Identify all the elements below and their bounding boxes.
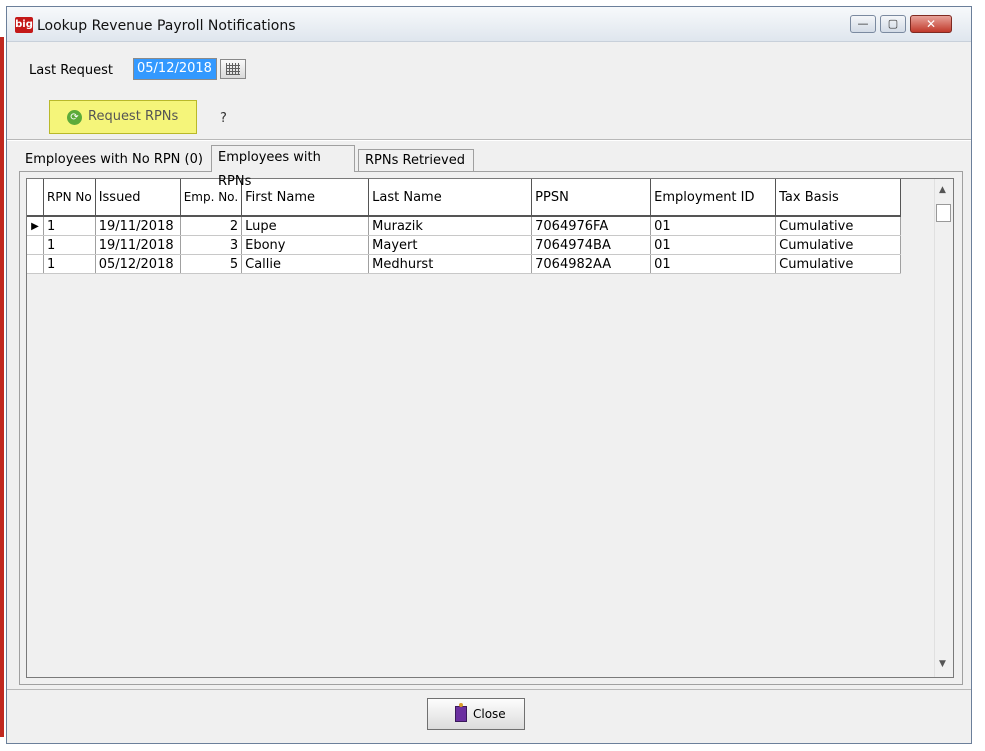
cell-last-name[interactable]: Mayert	[368, 235, 533, 255]
rpn-grid[interactable]: RPN No Issued Emp. No. First Name Last N…	[26, 178, 954, 678]
header-divider	[7, 139, 971, 141]
col-header-first-name[interactable]: First Name	[241, 179, 370, 217]
close-button-label: Close	[473, 707, 506, 721]
col-header-issued[interactable]: Issued	[95, 179, 181, 217]
scroll-down-icon[interactable]: ▼	[939, 659, 946, 669]
cell-rpn-no[interactable]: 1	[43, 216, 96, 236]
cell-first-name[interactable]: Lupe	[241, 216, 370, 236]
minimize-icon: —	[857, 17, 869, 30]
cell-tax-basis[interactable]: Cumulative	[775, 216, 902, 236]
help-link[interactable]: ?	[220, 111, 227, 126]
close-button[interactable]: Close	[427, 698, 525, 730]
window-title: Lookup Revenue Payroll Notifications	[37, 18, 296, 34]
cell-emp-no[interactable]: 2	[180, 216, 243, 236]
refresh-icon: ⟳	[67, 110, 82, 125]
col-header-ppsn[interactable]: PPSN	[531, 179, 652, 217]
last-request-label: Last Request	[29, 63, 114, 78]
last-request-date-field[interactable]: 05/12/2018	[133, 58, 217, 80]
cell-ppsn[interactable]: 7064974BA	[531, 235, 652, 255]
cell-tax-basis[interactable]: Cumulative	[775, 235, 902, 255]
cell-first-name[interactable]: Callie	[241, 254, 370, 274]
door-exit-icon	[455, 703, 467, 722]
cell-issued[interactable]: 05/12/2018	[95, 254, 181, 274]
scroll-up-icon[interactable]: ▲	[939, 185, 946, 195]
table-row[interactable]: 1 05/12/2018 5 Callie Medhurst 7064982AA…	[27, 254, 902, 274]
cell-employment-id[interactable]: 01	[650, 254, 777, 274]
title-bar[interactable]: big Lookup Revenue Payroll Notifications…	[7, 7, 971, 42]
window-close-button[interactable]: ✕	[910, 15, 952, 33]
footer-divider	[7, 689, 971, 690]
request-rpns-button[interactable]: ⟳ Request RPNs	[49, 100, 197, 134]
cell-last-name[interactable]: Medhurst	[368, 254, 533, 274]
col-header-rpn-no[interactable]: RPN No	[43, 179, 96, 217]
cell-employment-id[interactable]: 01	[650, 216, 777, 236]
row-indicator	[27, 235, 44, 255]
col-header-tax-basis[interactable]: Tax Basis	[775, 179, 902, 217]
table-row[interactable]: ▶ 1 19/11/2018 2 Lupe Murazik 7064976FA …	[27, 216, 902, 236]
maximize-icon: ▢	[887, 17, 899, 30]
main-window: big Lookup Revenue Payroll Notifications…	[0, 6, 972, 744]
table-header-row: RPN No Issued Emp. No. First Name Last N…	[27, 179, 902, 217]
app-icon: big	[15, 17, 33, 33]
scroll-thumb[interactable]	[936, 204, 951, 222]
tab-panel: RPN No Issued Emp. No. First Name Last N…	[19, 171, 963, 685]
cell-issued[interactable]: 19/11/2018	[95, 235, 181, 255]
cell-ppsn[interactable]: 7064982AA	[531, 254, 652, 274]
cell-rpn-no[interactable]: 1	[43, 254, 96, 274]
col-header-last-name[interactable]: Last Name	[368, 179, 533, 217]
calendar-button[interactable]	[220, 59, 246, 79]
cell-emp-no[interactable]: 5	[180, 254, 243, 274]
vertical-scrollbar[interactable]: ▲ ▼	[934, 179, 953, 677]
tab-rpns-retrieved[interactable]: RPNs Retrieved	[358, 149, 474, 171]
minimize-button[interactable]: —	[850, 15, 876, 33]
col-header-employment-id[interactable]: Employment ID	[650, 179, 777, 217]
cell-ppsn[interactable]: 7064976FA	[531, 216, 652, 236]
row-indicator: ▶	[27, 216, 44, 236]
request-rpns-label: Request RPNs	[88, 109, 179, 124]
calendar-icon	[226, 63, 240, 75]
cell-last-name[interactable]: Murazik	[368, 216, 533, 236]
tab-employees-no-rpn[interactable]: Employees with No RPN (0)	[19, 149, 211, 171]
table-row[interactable]: 1 19/11/2018 3 Ebony Mayert 7064974BA 01…	[27, 235, 902, 255]
cell-emp-no[interactable]: 3	[180, 235, 243, 255]
row-indicator-header	[27, 179, 44, 217]
close-icon: ✕	[925, 17, 937, 31]
cell-employment-id[interactable]: 01	[650, 235, 777, 255]
row-indicator	[27, 254, 44, 274]
cell-tax-basis[interactable]: Cumulative	[775, 254, 902, 274]
maximize-button[interactable]: ▢	[880, 15, 906, 33]
last-request-date-value: 05/12/2018	[134, 59, 216, 79]
tab-employees-with-rpns[interactable]: Employees with RPNs	[211, 145, 355, 189]
rpn-table: RPN No Issued Emp. No. First Name Last N…	[27, 179, 902, 274]
cell-first-name[interactable]: Ebony	[241, 235, 370, 255]
cell-issued[interactable]: 19/11/2018	[95, 216, 181, 236]
cell-rpn-no[interactable]: 1	[43, 235, 96, 255]
